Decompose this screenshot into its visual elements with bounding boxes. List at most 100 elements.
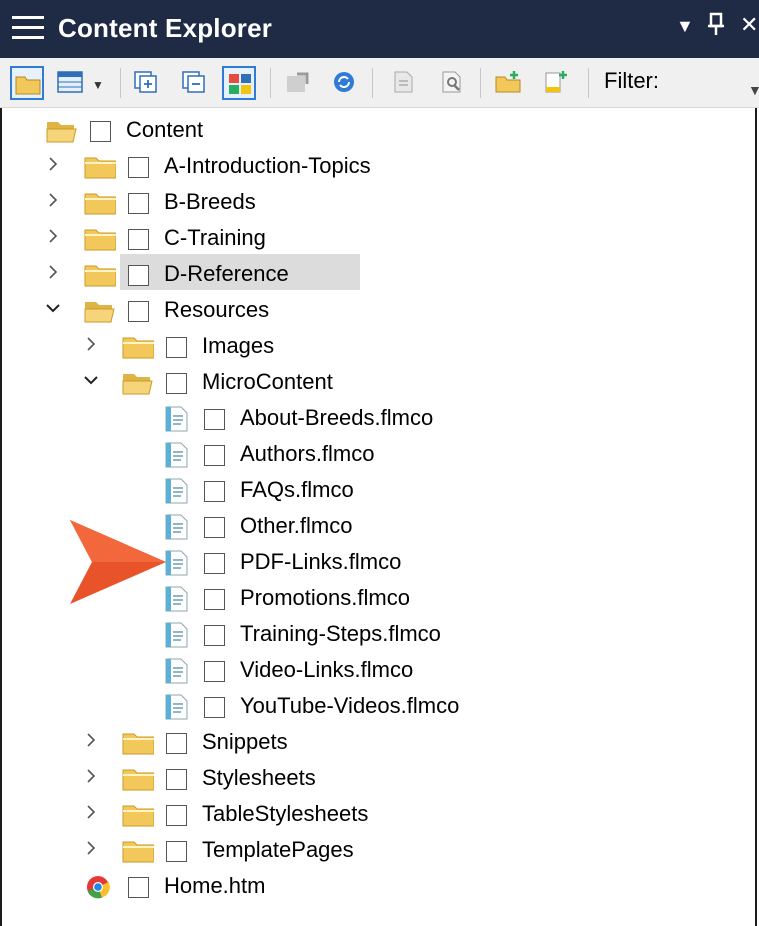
tree-item[interactable]: Video-Links.flmco	[0, 652, 700, 688]
chevron-right-icon[interactable]	[83, 732, 99, 748]
tree-item[interactable]: YouTube-Videos.flmco	[0, 688, 700, 724]
checkbox[interactable]	[166, 733, 187, 754]
open-button[interactable]	[282, 66, 316, 100]
tree-item-label: B-Breeds	[164, 189, 256, 214]
checkbox[interactable]	[128, 193, 149, 214]
tree-item[interactable]: Snippets	[0, 724, 700, 760]
chevron-right-icon[interactable]	[83, 336, 99, 352]
new-folder-button[interactable]	[492, 66, 526, 100]
chevron-right-icon[interactable]	[45, 228, 61, 244]
tree-item-label: Resources	[164, 297, 270, 322]
chevron-down-icon[interactable]	[45, 300, 61, 316]
checkbox[interactable]	[128, 157, 149, 178]
collapse-all-button[interactable]	[178, 66, 212, 100]
folder-icon	[84, 193, 116, 215]
checkbox[interactable]	[204, 481, 225, 502]
tree-item[interactable]: TemplatePages	[0, 832, 700, 868]
tree-item-label: Home.htm	[164, 873, 266, 898]
checkbox[interactable]	[166, 373, 187, 394]
toolbar-separator	[480, 68, 481, 98]
folder-icon	[122, 769, 154, 791]
toolbar-separator	[270, 68, 271, 98]
tree-item-label: About-Breeds.flmco	[240, 405, 434, 430]
folder-icon	[84, 229, 116, 251]
tree-item[interactable]: Resources	[0, 292, 700, 328]
new-file-button[interactable]	[540, 66, 574, 100]
tree-item-content[interactable]: Content	[0, 112, 700, 148]
tree-item[interactable]: D-Reference	[0, 256, 700, 292]
chevron-right-icon[interactable]	[83, 840, 99, 856]
checkbox[interactable]	[166, 805, 187, 826]
checkbox[interactable]	[204, 445, 225, 466]
chevron-right-icon[interactable]	[45, 192, 61, 208]
tree-item-label: Other.flmco	[240, 513, 353, 538]
tree-item[interactable]: C-Training	[0, 220, 700, 256]
tree-item-label: C-Training	[164, 225, 266, 250]
folder-icon	[122, 337, 154, 359]
tree-item[interactable]: Training-Steps.flmco	[0, 616, 700, 652]
new-folder-icon	[495, 71, 521, 93]
checkbox[interactable]	[204, 589, 225, 610]
pin-icon[interactable]	[707, 12, 725, 42]
checkbox[interactable]	[90, 121, 111, 142]
tree-item[interactable]: Authors.flmco	[0, 436, 700, 472]
checkbox[interactable]	[128, 229, 149, 250]
tree-item[interactable]: FAQs.flmco	[0, 472, 700, 508]
toolbar-separator	[120, 68, 121, 98]
tree-item-label: Promotions.flmco	[240, 585, 410, 610]
tree-item-label: A-Introduction-Topics	[164, 153, 371, 178]
chevron-down-icon[interactable]	[83, 372, 99, 388]
tree-item-label: Authors.flmco	[240, 441, 375, 466]
chevron-right-icon[interactable]	[83, 768, 99, 784]
tree-item-label: PDF-Links.flmco	[240, 549, 402, 574]
properties-button[interactable]	[388, 66, 422, 100]
tree-item[interactable]: TableStylesheets	[0, 796, 700, 832]
checkbox[interactable]	[166, 769, 187, 790]
tree-item[interactable]: Stylesheets	[0, 760, 700, 796]
folder-open-icon	[84, 302, 115, 323]
tree-item[interactable]: B-Breeds	[0, 184, 700, 220]
close-icon[interactable]: ✕	[740, 12, 758, 38]
tree-item[interactable]: Images	[0, 328, 700, 364]
checkbox[interactable]	[204, 661, 225, 682]
filter-label: Filter:	[604, 68, 659, 93]
toolbar-separator	[372, 68, 373, 98]
new-file-icon	[545, 71, 567, 93]
tree-item[interactable]: MicroContent	[0, 364, 700, 400]
checkbox[interactable]	[204, 553, 225, 574]
folder-view-button[interactable]	[10, 66, 44, 100]
checkbox[interactable]	[166, 337, 187, 358]
checkbox[interactable]	[128, 877, 149, 898]
checkbox[interactable]	[204, 409, 225, 430]
checkbox[interactable]	[204, 517, 225, 538]
tree-item-label: Snippets	[202, 729, 288, 754]
checkbox[interactable]	[166, 841, 187, 862]
tree-item[interactable]: About-Breeds.flmco	[0, 400, 700, 436]
hamburger-menu-icon[interactable]	[12, 16, 44, 40]
document-properties-icon	[394, 71, 413, 93]
collapse-all-icon	[182, 71, 205, 93]
layout-button[interactable]	[54, 66, 88, 100]
open-arrow-icon	[287, 72, 309, 92]
edit-button[interactable]	[436, 66, 470, 100]
tree-item-label: Images	[202, 333, 275, 358]
checkbox[interactable]	[128, 265, 149, 286]
chevron-right-icon[interactable]	[45, 264, 61, 280]
chevron-right-icon[interactable]	[45, 156, 61, 172]
chevron-right-icon[interactable]	[83, 804, 99, 820]
tree-item[interactable]: Home.htm	[0, 868, 700, 904]
folder-icon	[122, 841, 154, 863]
refresh-button[interactable]	[328, 66, 362, 100]
tree-item[interactable]: A-Introduction-Topics	[0, 148, 700, 184]
toolbar-overflow-chevron-icon[interactable]: ▼	[748, 82, 759, 98]
panel-menu-dropdown-icon[interactable]: ▼	[676, 16, 694, 37]
micro-content-file-icon	[165, 694, 188, 720]
wrench-document-icon	[442, 71, 461, 93]
folder-icon	[84, 157, 116, 179]
show-files-button[interactable]	[222, 66, 256, 100]
checkbox[interactable]	[204, 697, 225, 718]
layout-dropdown-chevron-icon[interactable]: ▼	[92, 78, 104, 92]
checkbox[interactable]	[128, 301, 149, 322]
checkbox[interactable]	[204, 625, 225, 646]
expand-all-button[interactable]	[130, 66, 164, 100]
